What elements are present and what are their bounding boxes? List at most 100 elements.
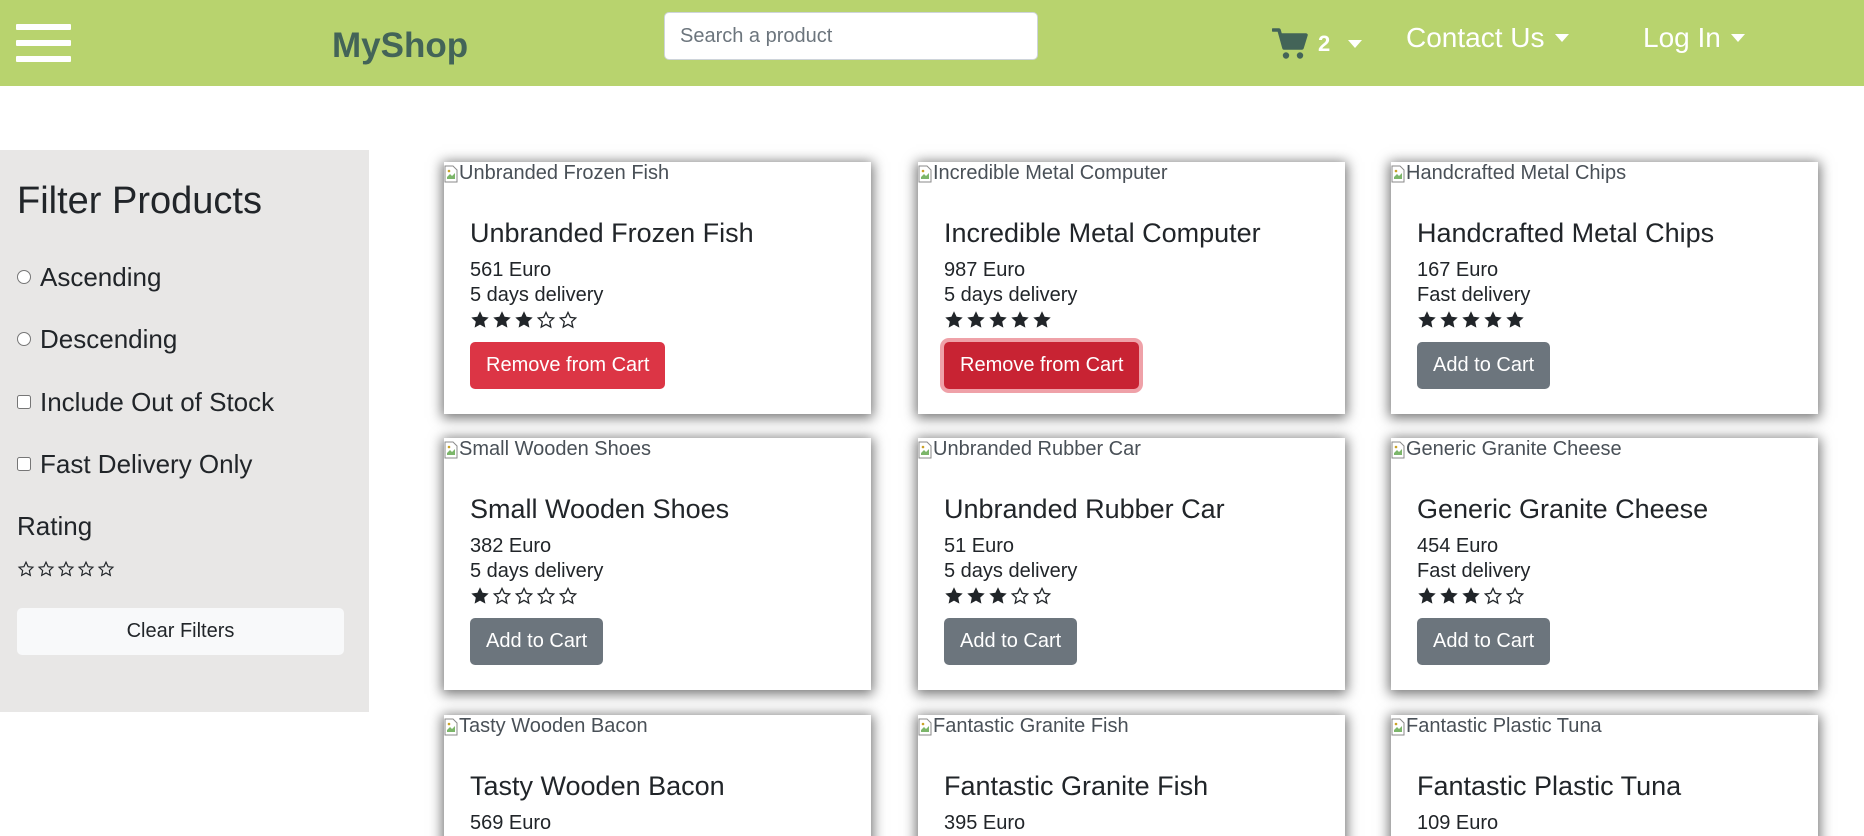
product-price: 987 Euro [944,259,1026,281]
cart-count-badge: 2 [1318,31,1331,56]
product-rating [470,586,578,606]
remove-from-cart-button[interactable]: Remove from Cart [944,342,1140,389]
product-image: Handcrafted Metal Chips [1391,162,1626,185]
product-title: Incredible Metal Computer [944,218,1261,248]
product-image-alt: Fantastic Plastic Tuna [1406,715,1602,737]
product-card: Generic Granite Cheese Generic Granite Ch… [1391,438,1818,690]
add-to-cart-button[interactable]: Add to Cart [1417,342,1551,389]
rating-filled-star-icon [989,587,1007,604]
include-out-of-stock-option[interactable]: Include Out of Stock [17,387,274,418]
product-card: Unbranded Frozen Fish Unbranded Frozen Fi… [444,162,871,414]
include-out-of-stock-label: Include Out of Stock [40,387,275,417]
product-image-alt: Handcrafted Metal Chips [1406,162,1627,184]
sort-ascending-label: Ascending [40,262,162,292]
rating-filled-star-icon [471,311,489,328]
product-image: Fantastic Plastic Tuna [1391,715,1602,738]
product-card: Unbranded Rubber Car Unbranded Rubber Car… [918,438,1345,690]
product-title: Fantastic Plastic Tuna [1417,771,1682,801]
product-rating [470,310,578,330]
product-delivery: 5 days delivery [470,284,604,306]
fast-delivery-label: Fast Delivery Only [40,449,253,479]
rating-empty-star-icon [514,586,534,605]
add-to-cart-button[interactable]: Add to Cart [944,618,1078,665]
sort-ascending-option[interactable]: Ascending [17,262,161,293]
product-price: 454 Euro [1417,535,1499,557]
sort-ascending-radio[interactable] [17,270,31,284]
product-card: Handcrafted Metal Chips Handcrafted Metal… [1391,162,1818,414]
fast-delivery-checkbox[interactable] [17,457,31,471]
add-to-cart-button[interactable]: Add to Cart [470,618,604,665]
rating-filled-star-icon [1440,311,1458,328]
rating-filled-star-icon [1506,311,1524,328]
rating-empty-star-icon [536,310,556,329]
product-card: Tasty Wooden Bacon Tasty Wooden Bacon 569 … [444,715,871,836]
rating-empty-star-icon [1505,586,1525,605]
cart-dropdown[interactable]: 2 [1272,24,1363,64]
clear-filters-button[interactable]: Clear Filters [17,608,344,655]
fast-delivery-option[interactable]: Fast Delivery Only [17,449,252,480]
product-card: Small Wooden Shoes Small Wooden Shoes 382 … [444,438,871,690]
add-to-cart-button[interactable]: Add to Cart [1417,618,1551,665]
product-price: 167 Euro [1417,259,1499,281]
rating-filled-star-icon [967,311,985,328]
login-caret-icon [1730,34,1745,42]
product-image-alt: Tasty Wooden Bacon [459,715,648,737]
contact-us-dropdown[interactable]: Contact Us [1406,22,1569,54]
sort-descending-label: Descending [40,324,178,354]
rating-filled-star-icon [989,311,1007,328]
filter-empty-star-icon[interactable] [57,560,75,578]
rating-empty-star-icon [1032,586,1052,605]
brand-logo[interactable]: MyShop [332,26,468,66]
product-price: 569 Euro [470,812,552,834]
search-input[interactable] [664,12,1038,60]
product-image-alt: Unbranded Rubber Car [933,438,1141,460]
rating-empty-star-icon [1483,586,1503,605]
rating-filled-star-icon [1440,587,1458,604]
product-rating [1417,586,1525,606]
filter-empty-star-icon[interactable] [37,560,55,578]
product-title: Fantastic Granite Fish [944,771,1209,801]
product-image: Unbranded Frozen Fish [444,162,669,185]
product-image: Incredible Metal Computer [918,162,1168,185]
filter-empty-star-icon[interactable] [97,560,115,578]
product-price: 109 Euro [1417,812,1499,834]
filter-title: Filter Products [17,180,262,222]
rating-filled-star-icon [1462,311,1480,328]
rating-filled-star-icon [1418,311,1436,328]
filter-empty-star-icon[interactable] [77,560,95,578]
sort-descending-option[interactable]: Descending [17,324,177,355]
rating-label: Rating [17,511,93,541]
rating-filled-star-icon [493,311,511,328]
product-price: 382 Euro [470,535,552,557]
rating-empty-star-icon [492,586,512,605]
product-title: Unbranded Rubber Car [944,494,1225,524]
contact-us-label: Contact Us [1406,22,1545,53]
product-image-alt: Small Wooden Shoes [459,438,651,460]
include-out-of-stock-checkbox[interactable] [17,395,31,409]
product-title: Unbranded Frozen Fish [470,218,754,248]
rating-filter-stars[interactable] [17,560,115,578]
shopping-cart-icon [1272,28,1308,59]
login-label: Log In [1643,22,1721,53]
sort-descending-radio[interactable] [17,332,31,346]
product-card: Incredible Metal Computer Incredible Meta… [918,162,1345,414]
product-title: Generic Granite Cheese [1417,494,1709,524]
filter-empty-star-icon[interactable] [17,560,35,578]
rating-empty-star-icon [558,586,578,605]
product-image-alt: Generic Granite Cheese [1406,438,1622,460]
product-rating [944,310,1052,330]
cart-caret-icon [1348,40,1363,48]
rating-filled-star-icon [945,587,963,604]
contact-caret-icon [1554,34,1569,42]
hamburger-menu-icon[interactable] [16,24,71,64]
product-card: Fantastic Plastic Tuna Fantastic Plastic … [1391,715,1818,836]
product-title: Tasty Wooden Bacon [470,771,725,801]
product-image-alt: Incredible Metal Computer [933,162,1168,184]
rating-empty-star-icon [558,310,578,329]
rating-filled-star-icon [967,587,985,604]
remove-from-cart-button[interactable]: Remove from Cart [470,342,666,389]
rating-filled-star-icon [1462,587,1480,604]
login-dropdown[interactable]: Log In [1643,22,1745,54]
product-price: 395 Euro [944,812,1026,834]
product-image: Unbranded Rubber Car [918,438,1141,461]
